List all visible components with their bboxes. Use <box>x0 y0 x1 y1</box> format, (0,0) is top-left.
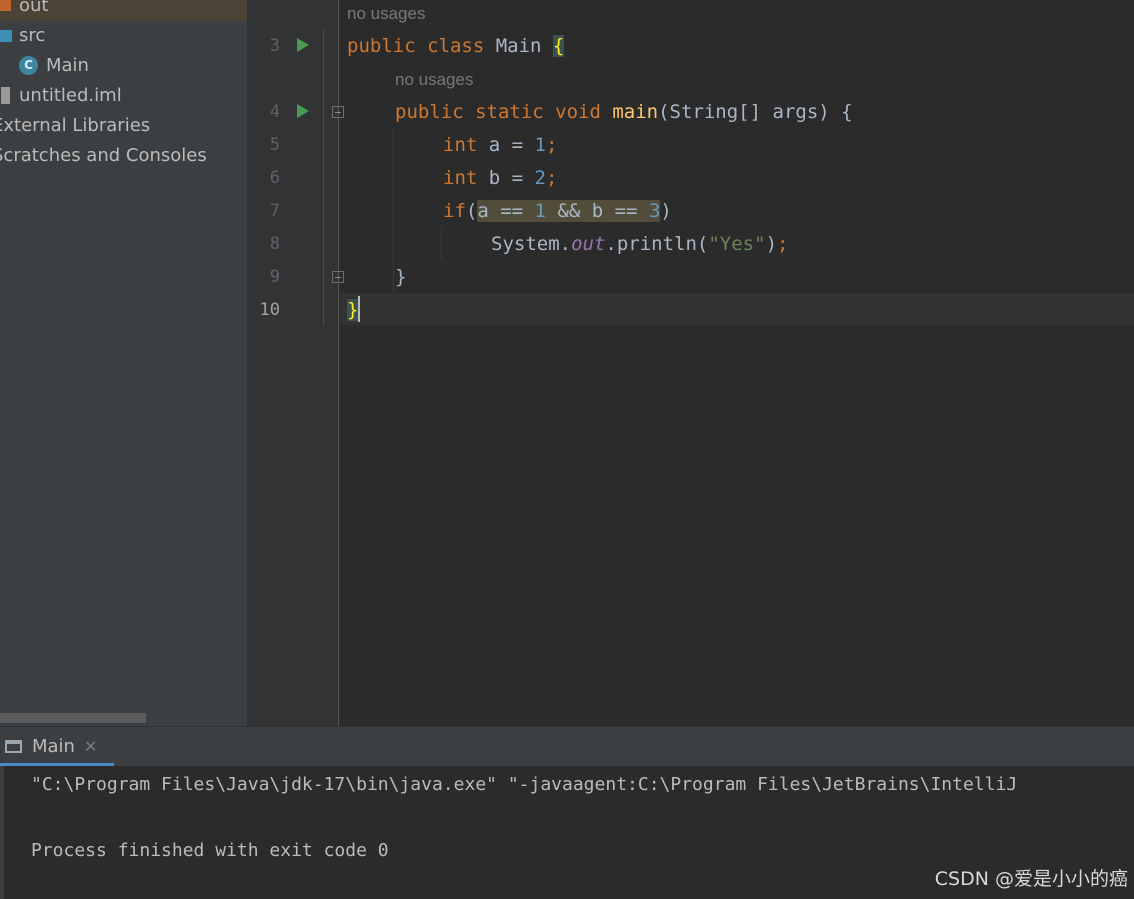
folder-icon <box>0 30 12 42</box>
gutter-divider <box>323 30 324 326</box>
indent-guide <box>441 226 442 260</box>
close-icon[interactable]: ✕ <box>84 737 97 756</box>
line-number: 4 <box>269 102 280 122</box>
project-tool-window: out src C Main untitled.iml External Lib… <box>0 0 247 726</box>
watermark: CSDN @爱是小小的癌 <box>934 868 1128 890</box>
horizontal-scrollbar[interactable] <box>0 713 146 723</box>
tab-label: Main <box>32 736 75 757</box>
console-line: Process finished with exit code 0 <box>31 840 389 861</box>
line-number: 8 <box>269 234 280 254</box>
tree-item-untitled-iml[interactable]: untitled.iml <box>0 81 247 111</box>
run-gutter-icon[interactable] <box>297 104 309 118</box>
run-gutter-icon[interactable] <box>297 38 309 52</box>
tree-item-scratches[interactable]: Scratches and Consoles <box>0 141 247 171</box>
console-line: "C:\Program Files\Java\jdk-17\bin\java.e… <box>31 774 1018 795</box>
code-line-6[interactable]: int b = 2; <box>443 162 557 195</box>
line-number: 5 <box>269 135 280 155</box>
console-gutter-strip <box>0 766 4 899</box>
code-line-10[interactable]: } <box>347 294 359 327</box>
tree-item-out[interactable]: out <box>0 0 247 21</box>
folder-icon <box>0 0 11 11</box>
code-line-4[interactable]: public static void main(String[] args) { <box>395 96 853 129</box>
module-file-icon <box>1 87 10 104</box>
current-line-highlight <box>339 293 1134 325</box>
tree-item-label: Scratches and Consoles <box>0 145 207 166</box>
tab-main[interactable]: Main ✕ <box>0 727 97 766</box>
code-line-8[interactable]: System.out.println("Yes"); <box>491 228 788 261</box>
tree-item-src[interactable]: src <box>0 21 247 51</box>
tree-item-main[interactable]: C Main <box>0 51 247 81</box>
tree-item-label: src <box>19 25 46 46</box>
line-number-current: 10 <box>259 300 280 320</box>
usage-hint[interactable]: no usages <box>395 70 473 90</box>
code-line-9[interactable]: } <box>395 261 406 294</box>
code-line-7[interactable]: if(a == 1 && b == 3) <box>443 195 672 228</box>
text-caret <box>358 296 360 322</box>
code-line-5[interactable]: int a = 1; <box>443 129 557 162</box>
run-tool-window-header: Main ✕ <box>0 727 1134 766</box>
tree-item-label: Main <box>46 55 89 76</box>
line-number: 7 <box>269 201 280 221</box>
usage-hint[interactable]: no usages <box>347 4 425 24</box>
console-icon <box>5 740 22 753</box>
fold-icon[interactable] <box>332 271 344 283</box>
line-number: 3 <box>269 36 280 56</box>
tree-item-external-libraries[interactable]: External Libraries <box>0 111 247 141</box>
line-number: 9 <box>269 267 280 287</box>
line-number: 6 <box>269 168 280 188</box>
tree-item-label: External Libraries <box>0 115 151 136</box>
tree-item-label: out <box>19 0 49 16</box>
tree-item-label: untitled.iml <box>19 85 122 106</box>
java-class-icon: C <box>19 56 38 75</box>
code-line-3[interactable]: public class Main { <box>347 30 565 63</box>
fold-icon[interactable] <box>332 106 344 118</box>
indent-guide <box>393 128 394 292</box>
